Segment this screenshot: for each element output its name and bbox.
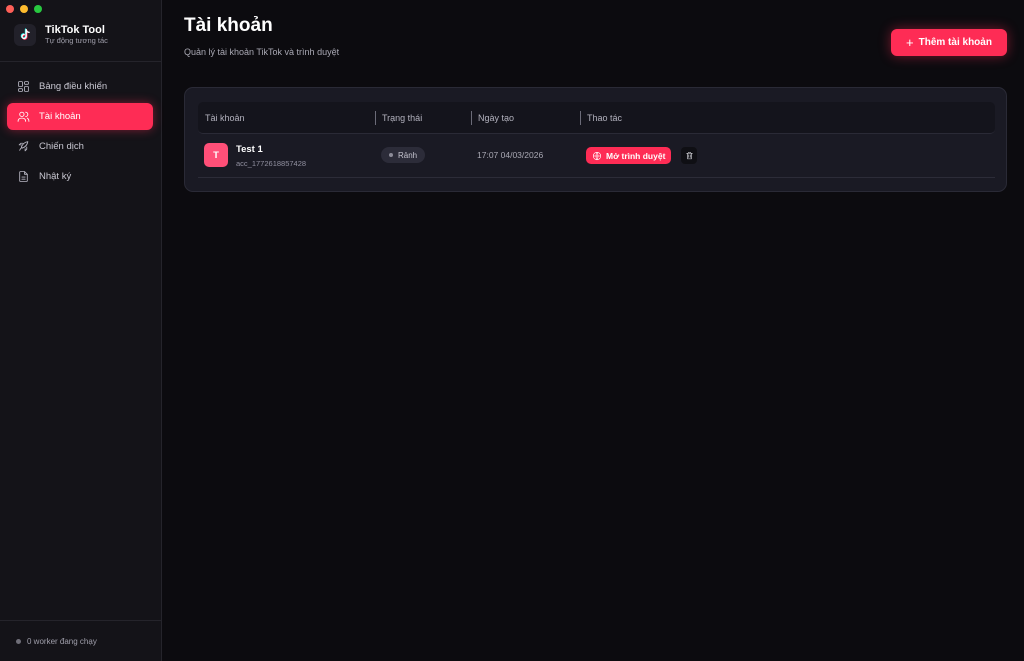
sidebar-nav: Bảng điều khiển Tài khoản Chiến dịch Nhậ… [7,73,153,193]
maximize-window-button[interactable] [34,5,42,13]
delete-account-button[interactable] [681,147,697,164]
minimize-window-button[interactable] [20,5,28,13]
plus-icon: + [906,34,914,50]
app-name: TikTok Tool [45,24,105,36]
page-subtitle: Quản lý tài khoản TikTok và trình duyệt [184,47,340,57]
account-id: acc_1772618857428 [236,159,307,168]
close-window-button[interactable] [6,5,14,13]
status-badge: Rảnh [381,147,426,163]
table-header: Tài khoản Trạng thái Ngày tạo Thao tác [198,102,995,134]
sidebar-item-campaigns[interactable]: Chiến dịch [7,133,153,160]
rocket-icon [18,141,29,152]
divider [0,620,161,621]
created-date: 17:07 04/03/2026 [477,150,544,160]
add-account-label: Thêm tài khoản [918,37,992,48]
document-icon [19,171,28,182]
sidebar-item-accounts[interactable]: Tài khoản [7,103,153,130]
avatar: T [204,143,228,167]
status-dot-icon [16,639,21,644]
trash-icon [685,152,693,160]
open-browser-label: Mở trình duyệt [606,150,666,161]
sidebar: TikTok Tool Tự động tương tác Bảng điều … [0,0,162,661]
accounts-table: Tài khoản Trạng thái Ngày tạo Thao tác T… [184,87,1007,192]
status-dot-icon [389,153,393,157]
table-row: T Test 1 acc_1772618857428 Rảnh 17:07 04… [198,134,995,178]
sidebar-item-label: Nhật ký [39,171,72,182]
app-window: TikTok Tool Tự động tương tác Bảng điều … [0,0,1024,661]
column-header-actions: Thao tác [580,102,622,134]
divider [0,61,161,62]
sidebar-item-logs[interactable]: Nhật ký [7,163,153,190]
worker-status: 0 worker đang chạy [16,637,97,646]
tiktok-logo-icon [14,24,36,46]
app-tagline: Tự động tương tác [45,36,108,45]
worker-status-text: 0 worker đang chạy [27,637,97,646]
sidebar-item-label: Bảng điều khiển [39,81,108,92]
account-name: Test 1 [236,144,263,155]
add-account-button[interactable]: + Thêm tài khoản [891,29,1007,56]
sidebar-item-label: Chiến dịch [39,141,84,152]
users-icon [17,111,30,122]
main-content: Tài khoản Quản lý tài khoản TikTok và tr… [163,0,1024,661]
column-header-created: Ngày tạo [471,102,514,134]
status-text: Rảnh [398,150,418,160]
open-browser-button[interactable]: Mở trình duyệt [586,147,672,164]
brand: TikTok Tool Tự động tương tác [14,24,108,46]
window-controls [6,5,42,13]
page-title: Tài khoản [184,15,273,36]
column-header-account: Tài khoản [205,113,245,123]
dashboard-icon [18,81,29,92]
column-header-status: Trạng thái [375,102,422,134]
sidebar-item-dashboard[interactable]: Bảng điều khiển [7,73,153,100]
globe-icon [592,151,602,160]
sidebar-item-label: Tài khoản [39,111,81,122]
